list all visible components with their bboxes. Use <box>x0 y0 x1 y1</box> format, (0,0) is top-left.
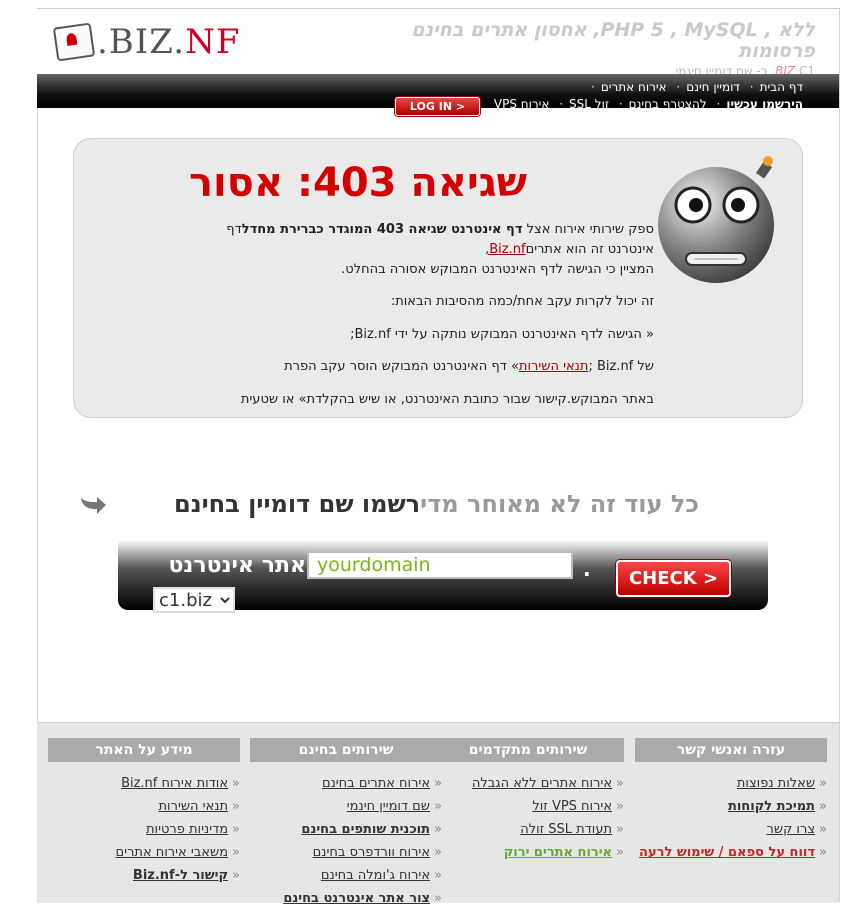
footer-column-title: מידע על האתר <box>48 738 240 762</box>
footer-link[interactable]: אירוח אתרים בחינם <box>250 772 442 795</box>
nav-item-hosting[interactable]: אירוח אתרים <box>601 80 667 94</box>
header-tagline: ללא , PHP 5 , MySQL, אחסון אתרים בחינם פ… <box>411 19 815 62</box>
curved-arrow-icon <box>81 497 106 514</box>
error-reason-item: של Biz.nf ;תנאי השירות» דף האינטרנט המבו… <box>284 359 654 374</box>
footer-column-free-services: שירותים בחינם אירוח אתרים בחינם שם דומיי… <box>250 738 442 910</box>
footer-column-title: שירותים בחינם <box>250 738 442 762</box>
footer-link[interactable]: קישור ל-Biz.nf <box>48 864 240 887</box>
error-reasons-heading: זה יכול לקרות עקב אחת/כמה מהסיבות הבאות: <box>390 294 654 309</box>
nav-item-signup[interactable]: הירשמו עכשיו <box>726 97 803 108</box>
nav-row-secondary: הירשמו עכשיו· להצטרף בחינם· זול SSL· איר… <box>488 97 803 108</box>
error-reason-item: « הגישה לדף האינטרנט המבוקש נותקה על ידי… <box>350 327 654 342</box>
footer-link[interactable]: אירוח ג'ומלה בחינם <box>250 864 442 887</box>
site-logo[interactable]: .BIZ.NF <box>52 22 241 62</box>
footer-link[interactable]: צרו קשר <box>635 818 827 841</box>
domain-heading: כל עוד זה לא מאוחר מדירשמו שם דומיין בחי… <box>174 490 699 518</box>
error-reason-item: באתר המבוקש.קישור שבור כתובת האינטרנט, א… <box>240 392 654 407</box>
shocked-face-icon <box>658 156 774 283</box>
biz-nf-link[interactable]: Biz.nf, <box>485 242 525 257</box>
nav-item-ssl[interactable]: זול SSL <box>569 97 609 108</box>
terms-of-service-link[interactable]: תנאי השירות <box>519 359 589 374</box>
domain-label: אתר אינטרנט <box>168 553 306 578</box>
nav-item-home[interactable]: דף הבית <box>760 80 803 94</box>
login-button[interactable]: LOG IN > <box>395 97 480 116</box>
footer-link[interactable]: מדיניות פרטיות <box>48 818 240 841</box>
tld-select[interactable]: c1.biz <box>153 587 235 613</box>
error-paragraph-intro: ספק שירותי אירוח אצל דף אינטרנט שגיאה 40… <box>226 222 654 277</box>
footer-link[interactable]: שאלות נפוצות <box>635 772 827 795</box>
footer-link[interactable]: שם דומיין חינמי <box>250 795 442 818</box>
footer-link[interactable]: משאבי אירוח אתרים <box>48 841 240 864</box>
check-button[interactable]: CHECK > <box>616 560 731 597</box>
footer-link[interactable]: תנאי השירות <box>48 795 240 818</box>
nav-item-vps[interactable]: אירוח VPS <box>494 97 549 108</box>
error-title: שגיאה 403: אסור <box>188 160 527 206</box>
footer-column-help-contact: עזרה ואנשי קשר שאלות נפוצות תמיכת לקוחות… <box>635 738 827 864</box>
nav-row-primary: דף הבית· דומיין חינם· אירוח אתרים· <box>591 80 803 94</box>
footer-link[interactable]: תוכנית שותפים בחינם <box>250 818 442 841</box>
footer-column-site-info: מידע על האתר אודות אירוח Biz.nf תנאי השי… <box>48 738 240 887</box>
footer-link[interactable]: צור אתר אינטרנט בחינם <box>250 887 442 910</box>
logo-text: .BIZ.NF <box>97 22 241 62</box>
logo-icon <box>52 22 96 62</box>
footer-column-title: שירותים מתקדמים <box>432 738 624 762</box>
footer-link[interactable]: תמיכת לקוחות <box>635 795 827 818</box>
nav-item-free-domain[interactable]: דומיין חינם <box>686 80 740 94</box>
domain-dot: . <box>583 557 591 581</box>
footer-link[interactable]: אירוח אתרים ירוק <box>432 841 624 864</box>
footer-link[interactable]: אירוח אתרים ללא הגבלה <box>432 772 624 795</box>
domain-input[interactable] <box>307 551 573 579</box>
nav-item-join-free[interactable]: להצטרף בחינם <box>629 97 707 108</box>
footer-link[interactable]: דווח על ספאם / שימוש לרעה <box>635 841 827 864</box>
footer-link[interactable]: אודות אירוח Biz.nf <box>48 772 240 795</box>
footer-column-title: עזרה ואנשי קשר <box>635 738 827 762</box>
footer-link[interactable]: אירוח וורדפרס בחינם <box>250 841 442 864</box>
footer-link[interactable]: תעודת SSL זולה <box>432 818 624 841</box>
footer-link[interactable]: אירוח VPS זול <box>432 795 624 818</box>
footer-column-advanced-services: שירותים מתקדמים אירוח אתרים ללא הגבלה אי… <box>432 738 624 864</box>
